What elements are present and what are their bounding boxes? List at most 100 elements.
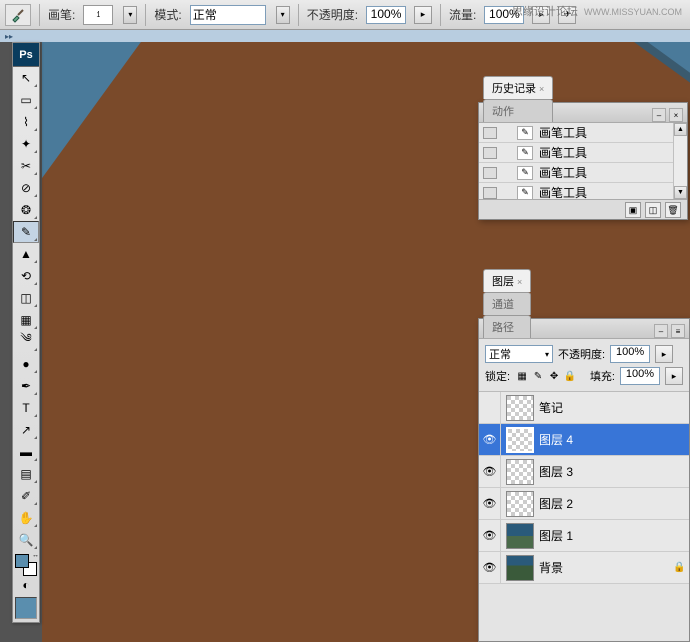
opacity-input[interactable]: 100% [366, 6, 406, 24]
layer-opacity-flyout[interactable]: ▸ [655, 345, 673, 363]
history-panel-header[interactable]: 历史记录×动作 – × [479, 103, 687, 123]
opacity-flyout[interactable]: ▸ [414, 6, 432, 24]
lock-transparency-icon[interactable]: ▦ [515, 369, 529, 383]
layer-name[interactable]: 图层 2 [539, 495, 673, 512]
history-thumb [483, 167, 497, 179]
history-panel: 历史记录×动作 – × ✎画笔工具✎画笔工具✎画笔工具✎画笔工具▸✎画笔工具 ▣… [478, 102, 688, 220]
layer-name[interactable]: 图层 1 [539, 527, 673, 544]
brush-dropdown-arrow[interactable]: ▾ [123, 6, 137, 24]
tab-图层[interactable]: 图层× [483, 269, 531, 292]
wand-tool[interactable]: ✦ [13, 133, 39, 155]
heal-tool[interactable]: ❂ [13, 199, 39, 221]
lock-all-icon[interactable]: 🔒 [563, 369, 577, 383]
layer-row[interactable]: 👁 图层 3 [479, 456, 689, 488]
path-select-tool[interactable]: ↗ [13, 419, 39, 441]
tab-动作[interactable]: 动作 [483, 99, 553, 122]
layers-panel-header[interactable]: 图层×通道路径 – ≡ [479, 319, 689, 339]
layer-name[interactable]: 笔记 [539, 399, 673, 416]
tab-通道[interactable]: 通道 [483, 292, 531, 315]
layer-visibility-toggle[interactable]: 👁 [479, 520, 501, 551]
slice-tool[interactable]: ⊘ [13, 177, 39, 199]
new-doc-button[interactable]: ◫ [645, 202, 661, 218]
history-list: ✎画笔工具✎画笔工具✎画笔工具✎画笔工具▸✎画笔工具 [479, 123, 687, 199]
brush-icon: ✎ [517, 166, 533, 180]
history-brush-tool[interactable]: ⟲ [13, 265, 39, 287]
layer-thumbnail[interactable] [506, 491, 534, 517]
brush-tool[interactable]: ✎ [13, 221, 39, 243]
layer-row[interactable]: 笔记 [479, 392, 689, 424]
hand-tool[interactable]: ✋ [13, 507, 39, 529]
crop-tool[interactable]: ✂ [13, 155, 39, 177]
delete-state-button[interactable]: 🗑 [665, 202, 681, 218]
tool-preset-picker[interactable] [5, 4, 31, 26]
brush-preset-picker[interactable]: 1 [83, 5, 113, 25]
notes-tool[interactable]: ▤ [13, 463, 39, 485]
marquee-tool[interactable]: ▭ [13, 89, 39, 111]
lock-pixels-icon[interactable]: ✎ [531, 369, 545, 383]
layers-list: 笔记👁图层 4👁图层 3👁图层 2👁图层 1👁背景🔒 [479, 392, 689, 584]
big-color-swatch[interactable] [15, 597, 37, 619]
layer-visibility-toggle[interactable]: 👁 [479, 552, 501, 583]
layer-name[interactable]: 图层 4 [539, 431, 673, 448]
layer-visibility-toggle[interactable]: 👁 [479, 424, 501, 455]
minimize-icon[interactable]: – [652, 108, 666, 122]
layer-opacity-input[interactable]: 100% [610, 345, 650, 363]
layer-thumbnail[interactable] [506, 395, 534, 421]
blur-tool[interactable]: ༄ [13, 331, 39, 353]
tab-历史记录[interactable]: 历史记录× [483, 76, 553, 99]
layer-thumbnail[interactable] [506, 427, 534, 453]
layer-thumbnail[interactable] [506, 523, 534, 549]
layers-panel: 图层×通道路径 – ≡ 正常▾ 不透明度: 100% ▸ 锁定: ▦ ✎ ✥ 🔒… [478, 318, 690, 642]
panel-menu-icon[interactable]: ≡ [671, 324, 685, 338]
expand-panels-button[interactable]: ▸▸ [5, 32, 19, 42]
shape-tool[interactable]: ▬ [13, 441, 39, 463]
zoom-tool[interactable]: 🔍 [13, 529, 39, 551]
foreground-color[interactable] [15, 554, 29, 568]
eyedropper-tool[interactable]: ✐ [13, 485, 39, 507]
layer-fill-flyout[interactable]: ▸ [665, 367, 683, 385]
history-item[interactable]: ✎画笔工具 [479, 183, 687, 199]
swap-colors-icon[interactable]: ↔ [32, 552, 39, 559]
history-item[interactable]: ✎画笔工具 [479, 123, 687, 143]
layer-name[interactable]: 背景 [539, 559, 673, 576]
minimize-icon[interactable]: – [654, 324, 668, 338]
history-thumb [483, 187, 497, 199]
quick-mask-toggle[interactable]: ◐ [22, 576, 29, 594]
stamp-tool[interactable]: ▲ [13, 243, 39, 265]
close-icon[interactable]: × [669, 108, 683, 122]
create-snapshot-button[interactable]: ▣ [625, 202, 641, 218]
lasso-tool[interactable]: ⌇ [13, 111, 39, 133]
lock-position-icon[interactable]: ✥ [547, 369, 561, 383]
lock-label: 锁定: [485, 368, 510, 384]
history-label: 画笔工具 [539, 164, 587, 181]
color-swatches: ↔ ◐ [13, 551, 39, 622]
layer-thumbnail[interactable] [506, 459, 534, 485]
blend-mode-select[interactable]: 正常 [190, 5, 266, 25]
layer-visibility-toggle[interactable]: 👁 [479, 488, 501, 519]
pen-tool[interactable]: ✒ [13, 375, 39, 397]
layer-row[interactable]: 👁背景🔒 [479, 552, 689, 584]
dodge-tool[interactable]: ● [13, 353, 39, 375]
tab-路径[interactable]: 路径 [483, 315, 531, 338]
layer-fill-input[interactable]: 100% [620, 367, 660, 385]
layer-name[interactable]: 图层 3 [539, 463, 673, 480]
history-label: 画笔工具 [539, 144, 587, 161]
toolbox: Ps ↖▭⌇✦✂⊘❂✎▲⟲◫▦༄●✒T↗▬▤✐✋🔍 ↔ ◐ [12, 42, 40, 623]
layer-row[interactable]: 👁 图层 2 [479, 488, 689, 520]
layer-thumbnail[interactable] [506, 555, 534, 581]
layers-controls: 正常▾ 不透明度: 100% ▸ 锁定: ▦ ✎ ✥ 🔒 填充: 100% ▸ [479, 339, 689, 392]
eraser-tool[interactable]: ◫ [13, 287, 39, 309]
history-scrollbar[interactable]: ▲ ▼ [673, 123, 687, 199]
move-tool[interactable]: ↖ [13, 67, 39, 89]
flow-label: 流量: [449, 6, 476, 23]
layer-row[interactable]: 👁 图层 1 [479, 520, 689, 552]
history-item[interactable]: ✎ 画笔工具 [479, 163, 687, 183]
layer-visibility-toggle[interactable]: 👁 [479, 456, 501, 487]
layer-blend-mode-select[interactable]: 正常▾ [485, 345, 553, 363]
history-item[interactable]: ✎画笔工具 [479, 143, 687, 163]
mode-dropdown-arrow[interactable]: ▾ [276, 6, 290, 24]
layer-row[interactable]: 👁 图层 4 [479, 424, 689, 456]
type-tool[interactable]: T [13, 397, 39, 419]
layer-visibility-toggle[interactable] [479, 392, 501, 423]
history-label: 画笔工具 [539, 124, 587, 141]
